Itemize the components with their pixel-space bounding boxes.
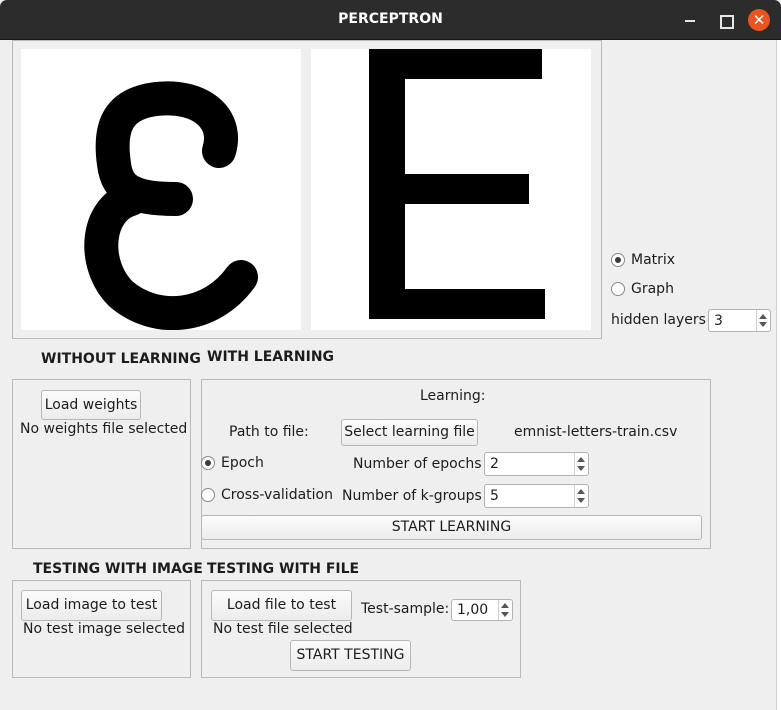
cross-validation-radio-label[interactable]: Cross-validation <box>221 487 333 503</box>
image-panel <box>12 40 602 339</box>
test-file-status: No test file selected <box>213 621 353 637</box>
window-title: PERCEPTRON <box>338 11 443 27</box>
epochs-label: Number of epochs <box>353 456 482 472</box>
prediction-canvas <box>311 49 591 330</box>
drawing-canvas[interactable] <box>21 49 301 330</box>
test-sample-spinbox[interactable]: 1,00 <box>451 599 513 621</box>
learning-group-title: Learning: <box>420 388 486 404</box>
learning-file-name: emnist-letters-train.csv <box>514 424 678 440</box>
test-sample-label: Test-sample: <box>361 601 450 617</box>
handwritten-letter-drawing <box>84 81 258 330</box>
maximize-icon[interactable] <box>714 9 736 31</box>
start-testing-button[interactable]: START TESTING <box>290 640 411 671</box>
testing-file-heading: TESTING WITH FILE <box>207 561 360 577</box>
load-file-button[interactable]: Load file to test <box>211 590 352 621</box>
kgroups-spinbox[interactable]: 5 <box>484 484 589 508</box>
background-window-edge <box>776 40 781 710</box>
load-weights-button[interactable]: Load weights <box>41 390 141 420</box>
path-label: Path to file: <box>229 424 309 440</box>
testing-image-heading: TESTING WITH IMAGE <box>33 561 203 577</box>
title-bar: PERCEPTRON ✕ <box>0 0 781 40</box>
epochs-value: 2 <box>490 456 499 472</box>
spin-down-icon[interactable] <box>577 498 585 503</box>
weights-status: No weights file selected <box>20 421 188 437</box>
start-learning-button[interactable]: START LEARNING <box>201 515 702 540</box>
spin-down-icon[interactable] <box>501 612 509 617</box>
graph-radio-label[interactable]: Graph <box>631 281 674 297</box>
close-icon[interactable]: ✕ <box>748 9 770 31</box>
test-sample-value: 1,00 <box>457 602 489 618</box>
hidden-layers-label: hidden layers <box>611 312 706 328</box>
kgroups-label: Number of k-groups <box>342 488 482 504</box>
minimize-icon[interactable] <box>679 9 701 31</box>
test-image-status: No test image selected <box>23 621 185 637</box>
spin-down-icon[interactable] <box>577 466 585 471</box>
matrix-radio[interactable] <box>611 253 625 267</box>
spin-down-icon[interactable] <box>759 322 767 327</box>
spin-up-icon[interactable] <box>577 457 585 462</box>
select-learning-file-button[interactable]: Select learning file <box>341 419 478 446</box>
matrix-radio-label[interactable]: Matrix <box>631 252 675 268</box>
load-image-button[interactable]: Load image to test <box>21 590 162 621</box>
epoch-radio[interactable] <box>201 456 215 470</box>
epoch-radio-label[interactable]: Epoch <box>221 455 264 471</box>
predicted-letter-glyph <box>369 49 545 319</box>
hidden-layers-spinbox[interactable]: 3 <box>708 309 771 332</box>
epochs-spinbox[interactable]: 2 <box>484 452 589 476</box>
hidden-layers-value: 3 <box>714 313 723 329</box>
cross-validation-radio[interactable] <box>201 488 215 502</box>
without-learning-heading: WITHOUT LEARNING <box>41 351 201 367</box>
with-learning-heading: WITH LEARNING <box>207 349 335 365</box>
spin-up-icon[interactable] <box>759 314 767 319</box>
spin-up-icon[interactable] <box>501 603 509 608</box>
graph-radio[interactable] <box>611 282 625 296</box>
spin-up-icon[interactable] <box>577 489 585 494</box>
kgroups-value: 5 <box>490 488 499 504</box>
